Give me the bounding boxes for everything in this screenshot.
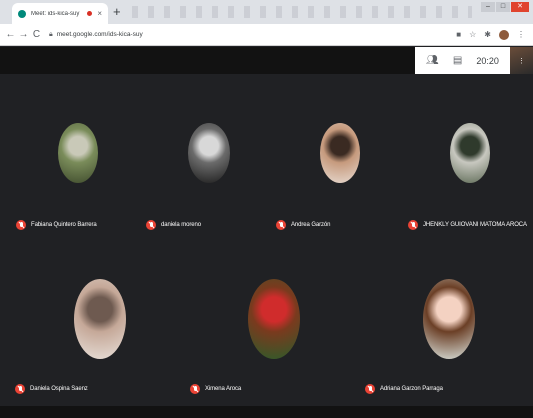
other-tabs-strip[interactable] xyxy=(132,6,472,18)
participant-tile[interactable]: JHENKLY GUIOVANI MATOMA AROCA xyxy=(399,74,533,240)
participant-avatar xyxy=(248,279,300,359)
participant-name: Ximena Aroca xyxy=(205,386,242,392)
mic-off-icon xyxy=(146,220,156,230)
participant-tile[interactable]: Andrea Garzón xyxy=(266,74,399,240)
participant-nameplate: Fabiana Quintero Barrera xyxy=(16,220,97,230)
participant-name: JHENKLY GUIOVANI MATOMA AROCA xyxy=(423,222,527,228)
window-controls: – □ ✕ xyxy=(481,2,529,12)
participant-avatar xyxy=(74,279,126,359)
participant-name: daniela moreno xyxy=(161,222,201,228)
recording-indicator-icon xyxy=(87,11,93,16)
participant-nameplate: daniela moreno xyxy=(146,220,201,230)
participant-avatar xyxy=(450,123,490,183)
meeting-clock: 20:20 xyxy=(476,55,499,66)
mic-off-icon xyxy=(15,384,25,394)
participant-grid: Fabiana Quintero Barrera daniela moreno … xyxy=(0,74,533,406)
mic-off-icon xyxy=(408,220,418,230)
maximize-button[interactable]: □ xyxy=(496,2,510,12)
participant-name: Andrea Garzón xyxy=(291,222,331,228)
participant-tile[interactable]: Adriana Garzon Parraga xyxy=(356,240,533,406)
bookmark-star-icon[interactable]: ☆ xyxy=(469,30,476,39)
lock-icon[interactable]: 🔒︎ xyxy=(49,31,53,39)
participant-avatar xyxy=(320,123,360,183)
people-icon[interactable]: 👥︎ xyxy=(426,55,439,66)
minimize-button[interactable]: – xyxy=(481,2,495,12)
mic-off-icon xyxy=(365,384,375,394)
participant-name: Fabiana Quintero Barrera xyxy=(31,222,97,228)
address-bar-actions: ■ ☆ ✱ ⋮ xyxy=(456,29,525,40)
participant-nameplate: Daniela Ospina Saenz xyxy=(15,384,88,394)
camera-in-use-icon[interactable]: ■ xyxy=(456,30,461,39)
meet-favicon-icon xyxy=(18,9,26,18)
extensions-icon[interactable]: ✱ xyxy=(484,30,491,39)
participant-avatar xyxy=(58,123,98,183)
meet-info-panel: 👥︎ ▤ 20:20 xyxy=(415,47,510,74)
profile-avatar[interactable] xyxy=(499,29,509,40)
mic-off-icon xyxy=(276,220,286,230)
close-window-button[interactable]: ✕ xyxy=(511,2,529,12)
reload-button[interactable]: C xyxy=(30,29,43,40)
address-bar: ← → C 🔒︎ meet.google.com/ids-kica-suy ■ … xyxy=(0,24,533,46)
participant-tile[interactable]: Fabiana Quintero Barrera xyxy=(0,74,133,240)
browser-tab[interactable]: Meet: ids-kica-suy × xyxy=(12,3,108,24)
back-button[interactable]: ← xyxy=(4,29,17,40)
browser-tab-bar: Meet: ids-kica-suy × + – □ ✕ xyxy=(0,0,533,24)
participant-tile[interactable]: Ximena Aroca xyxy=(178,240,356,406)
participant-tile[interactable]: Daniela Ospina Saenz xyxy=(0,240,178,406)
participant-nameplate: Andrea Garzón xyxy=(276,220,330,230)
participant-name: Daniela Ospina Saenz xyxy=(30,386,88,392)
self-view-thumbnail[interactable]: ⋮ xyxy=(510,47,533,74)
participant-nameplate: Ximena Aroca xyxy=(190,384,241,394)
tab-close-button[interactable]: × xyxy=(97,9,102,18)
bottom-control-bar xyxy=(0,406,533,418)
participant-nameplate: JHENKLY GUIOVANI MATOMA AROCA xyxy=(408,220,527,230)
tab-title: Meet: ids-kica-suy xyxy=(31,10,80,17)
participant-avatar xyxy=(423,279,475,359)
more-options-icon[interactable]: ⋮ xyxy=(518,57,525,65)
url-input[interactable]: meet.google.com/ids-kica-suy xyxy=(57,31,457,38)
browser-menu-icon[interactable]: ⋮ xyxy=(517,30,525,39)
participant-name: Adriana Garzon Parraga xyxy=(380,386,443,392)
forward-button[interactable]: → xyxy=(17,29,30,40)
participant-nameplate: Adriana Garzon Parraga xyxy=(365,384,443,394)
participant-avatar xyxy=(188,123,230,183)
participant-tile[interactable]: daniela moreno xyxy=(133,74,266,240)
mic-off-icon xyxy=(16,220,26,230)
chat-icon[interactable]: ▤ xyxy=(453,55,462,66)
mic-off-icon xyxy=(190,384,200,394)
new-tab-button[interactable]: + xyxy=(113,4,121,20)
